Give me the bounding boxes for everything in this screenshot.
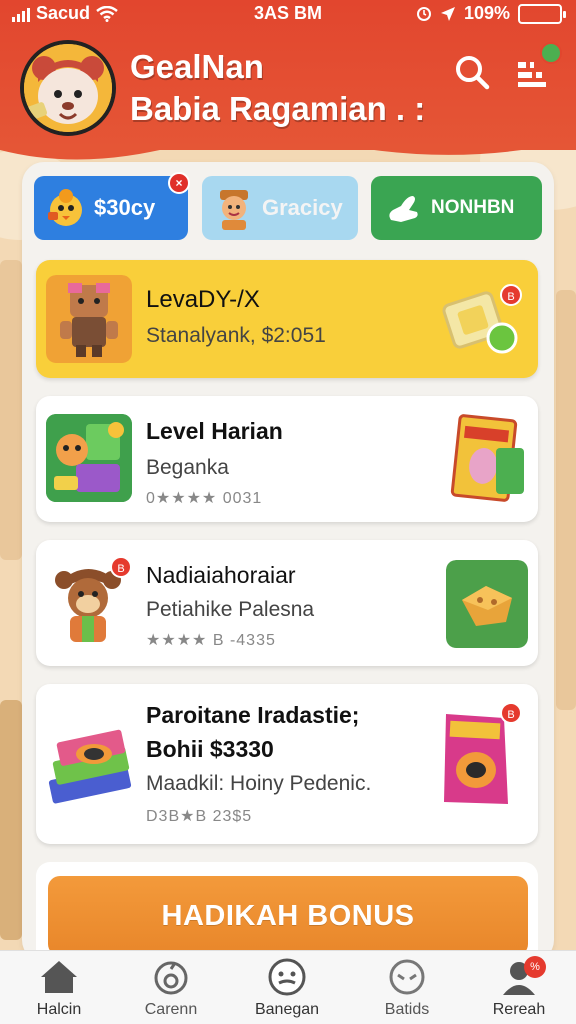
nav-batids[interactable]: Batids	[352, 957, 462, 1019]
chip-price[interactable]: $30cy ×	[34, 172, 190, 240]
alarm-icon	[416, 6, 431, 21]
chip-gracicy-label: Gracicy	[262, 195, 343, 220]
app-title: GealNan	[130, 48, 264, 85]
chick-icon	[48, 189, 82, 226]
book-stack-thumbnail	[48, 729, 132, 804]
nav-home[interactable]: Halcin	[4, 957, 114, 1019]
app-subtitle: Babia Ragamian . :	[130, 90, 426, 127]
card-subtitle: Beganka	[146, 456, 229, 479]
nav-carenn-label: Carenn	[144, 1001, 198, 1018]
card-title: Paroitane Iradastie;	[146, 702, 360, 728]
bonus-button[interactable]: HADIKAH BONUS	[48, 876, 528, 956]
card-title: Nadiaiahoraiar	[146, 562, 296, 588]
nav-badge: %	[524, 956, 546, 978]
nav-rereah[interactable]: Rereah	[464, 957, 574, 1019]
card-subtitle: Petiahike Palesna	[146, 598, 315, 621]
yellow-toy-icon	[446, 560, 528, 648]
card-badge: B	[110, 556, 132, 578]
location-arrow-icon	[440, 6, 455, 21]
nav-rereah-label: Rereah	[492, 1001, 546, 1018]
card-badge: B	[500, 702, 522, 724]
bonus-section: HADIKAH BONUS	[36, 862, 538, 962]
chip-nonhbn[interactable]: NONHBN	[371, 176, 542, 240]
nav-banegan-label: Banegan	[254, 1001, 320, 1018]
status-time: 3AS BM	[254, 3, 323, 23]
card-rating: ★★★★ B -4335	[146, 632, 276, 649]
card-title: Level Harian	[146, 418, 283, 444]
list-item-nadiaiahoraiar[interactable]: B Nadiaiahoraiar Petiahike Palesna ★★★★ …	[36, 540, 538, 666]
chip-close-badge[interactable]: ×	[168, 172, 190, 194]
notification-badge	[540, 42, 562, 64]
list-item-paroitane[interactable]: Paroitane Iradastie; Bohii $3330 Maadkil…	[36, 684, 538, 844]
chip-price-label: $30cy	[94, 195, 156, 220]
search-icon[interactable]	[452, 52, 492, 92]
hand-icon	[389, 196, 418, 222]
card-badge: B	[500, 284, 522, 306]
battery-percent: 109%	[463, 3, 510, 23]
apple-icon	[154, 961, 188, 995]
bear-mascot-icon	[24, 44, 112, 132]
carrier-label: Sacud	[36, 3, 91, 23]
status-bar: Sacud 3AS BM 109%	[0, 0, 576, 28]
battery-icon	[518, 3, 566, 24]
nav-batids-label: Batids	[384, 1001, 430, 1018]
chip-gracicy[interactable]: Gracicy	[202, 176, 358, 240]
bottom-nav: Halcin Carenn Banegan Batids Rereah	[0, 950, 576, 1024]
mask-icon	[389, 959, 425, 995]
card-price: Bohii $3330	[146, 736, 274, 762]
list-item-featured[interactable]: LevaDY-/X Stanalyank, $2:051 B	[36, 260, 538, 378]
card-subtitle: Maadkil: Hoiny Pedenic.	[146, 772, 372, 795]
main-panel: $30cy × Gracicy NONHBN LevaDY-/X Stanaly…	[22, 162, 554, 962]
app-header: Sacud 3AS BM 109% GealNan Babia Ragamian…	[0, 0, 576, 150]
card-subtitle: Stanalyank, $2:051	[146, 324, 326, 347]
category-chips: $30cy × Gracicy NONHBN	[34, 172, 542, 242]
nav-banegan[interactable]: Banegan	[232, 957, 342, 1019]
wifi-icon	[96, 5, 118, 22]
signal-icon	[12, 6, 30, 22]
card-rating: 0★★★★ 0031	[146, 490, 263, 507]
bear-character-thumbnail	[46, 275, 132, 363]
nav-carenn[interactable]: Carenn	[116, 957, 226, 1019]
chip-nonhbn-label: NONHBN	[431, 197, 515, 218]
card-title: LevaDY-/X	[146, 286, 260, 313]
nav-home-label: Halcin	[36, 1001, 82, 1018]
fox-toys-thumbnail	[46, 414, 132, 502]
person-icon	[220, 190, 248, 230]
home-icon	[41, 961, 77, 993]
card-rating: D3B★B 23$5	[146, 808, 253, 825]
snack-pack-icon	[450, 414, 524, 502]
list-item-level-harian[interactable]: Level Harian Beganka 0★★★★ 0031	[36, 396, 538, 522]
avatar[interactable]	[20, 40, 116, 136]
face-icon	[268, 958, 306, 996]
